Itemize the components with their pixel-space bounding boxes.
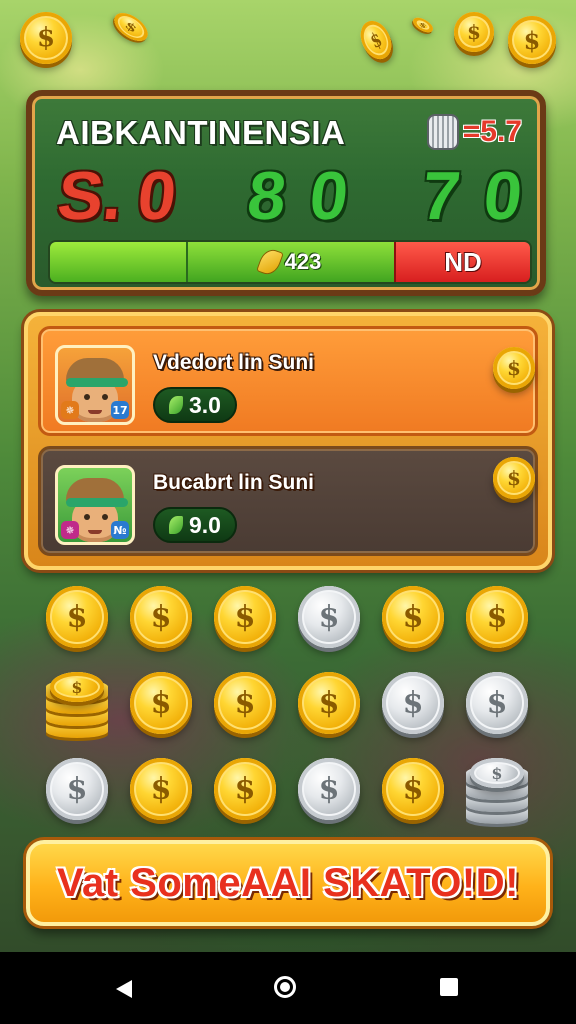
microphone-icon — [426, 114, 459, 150]
silver-coin-stack-icon[interactable]: $ — [466, 758, 528, 828]
gold-coin-icon[interactable]: $ — [214, 758, 276, 820]
avatar: ✵ 17 — [55, 345, 135, 425]
coin-icon[interactable]: $ — [493, 347, 535, 389]
player-badge: ✵ — [61, 521, 79, 539]
progress-bar: 423 ND — [48, 240, 532, 284]
player-card[interactable]: ✵ 17 Vdedort lin Suni 3.0 $ — [38, 326, 538, 436]
gold-coin-icon[interactable]: $ — [382, 586, 444, 648]
floating-coin-icon: $ — [20, 12, 72, 64]
gold-coin-icon[interactable]: $ — [214, 586, 276, 648]
progress-bar-segment — [50, 242, 188, 282]
bar-value: 423 — [284, 249, 322, 274]
silver-coin-icon[interactable]: $ — [298, 586, 360, 648]
player-score: 3.0 — [153, 387, 237, 423]
score-digit: 7 — [418, 158, 464, 234]
player-badge: ✵ — [61, 401, 79, 419]
silver-coin-icon[interactable]: $ — [46, 758, 108, 820]
player-score-value: 3.0 — [189, 391, 221, 418]
gold-coin-icon[interactable]: $ — [298, 672, 360, 734]
silver-coin-icon[interactable]: $ — [298, 758, 360, 820]
player-name: Bucabrt lin Suni — [153, 471, 315, 494]
floating-coin-icon: $ — [354, 15, 398, 65]
floating-coin-icon: $ — [508, 16, 556, 64]
player-name: Vdedort lin Suni — [153, 351, 314, 374]
recent-apps-icon[interactable] — [440, 978, 458, 996]
avatar: ✵ № — [55, 465, 135, 545]
home-icon[interactable] — [274, 976, 296, 998]
progress-bar-segment: 423 — [188, 242, 394, 282]
ratio-display: =5.7 — [426, 114, 522, 150]
score-digit: 8 — [244, 158, 290, 234]
gold-coin-icon[interactable]: $ — [382, 758, 444, 820]
score-digit: 0 — [480, 158, 526, 234]
player-badge: № — [111, 521, 129, 539]
silver-coin-icon[interactable]: $ — [466, 672, 528, 734]
sprout-icon — [169, 396, 183, 414]
progress-bar-segment-right: ND — [394, 242, 530, 282]
floating-coin-icon: $ — [454, 12, 494, 52]
player-card[interactable]: ✵ № Bucabrt lin Suni 9.0 $ — [38, 446, 538, 556]
scoreboard: AIBKANTINENSIA =5.7 S. 0 8 0 7 0 423 ND — [26, 90, 546, 296]
action-button[interactable]: Vat SomeAAI SKATO!D! — [26, 840, 550, 926]
gold-coin-icon[interactable]: $ — [466, 586, 528, 648]
gold-coin-icon[interactable]: $ — [130, 758, 192, 820]
sprout-icon — [169, 516, 183, 534]
ratio-value: =5.7 — [462, 115, 522, 148]
score-digit: S. — [54, 158, 127, 234]
gold-coin-icon[interactable]: $ — [130, 586, 192, 648]
player-badge: 17 — [111, 401, 129, 419]
coin-icon[interactable]: $ — [493, 457, 535, 499]
system-nav-bar — [0, 952, 576, 1024]
leaf-icon — [257, 247, 283, 277]
floating-coin-icon: $ — [410, 14, 436, 36]
player-score-value: 9.0 — [189, 511, 221, 538]
gold-coin-icon[interactable]: $ — [130, 672, 192, 734]
silver-coin-icon[interactable]: $ — [382, 672, 444, 734]
gold-coin-icon[interactable]: $ — [214, 672, 276, 734]
floating-coin-icon: $ — [109, 7, 153, 47]
gold-coin-icon[interactable]: $ — [46, 586, 108, 648]
scoreboard-title: AIBKANTINENSIA — [56, 114, 346, 151]
players-panel: ✵ 17 Vdedort lin Suni 3.0 $ ✵ № Bucabrt … — [24, 312, 552, 570]
player-score: 9.0 — [153, 507, 237, 543]
back-icon[interactable] — [116, 980, 132, 998]
gold-coin-stack-icon[interactable]: $ — [46, 672, 108, 742]
score-digit: 0 — [134, 158, 180, 234]
score-digit: 0 — [306, 158, 352, 234]
